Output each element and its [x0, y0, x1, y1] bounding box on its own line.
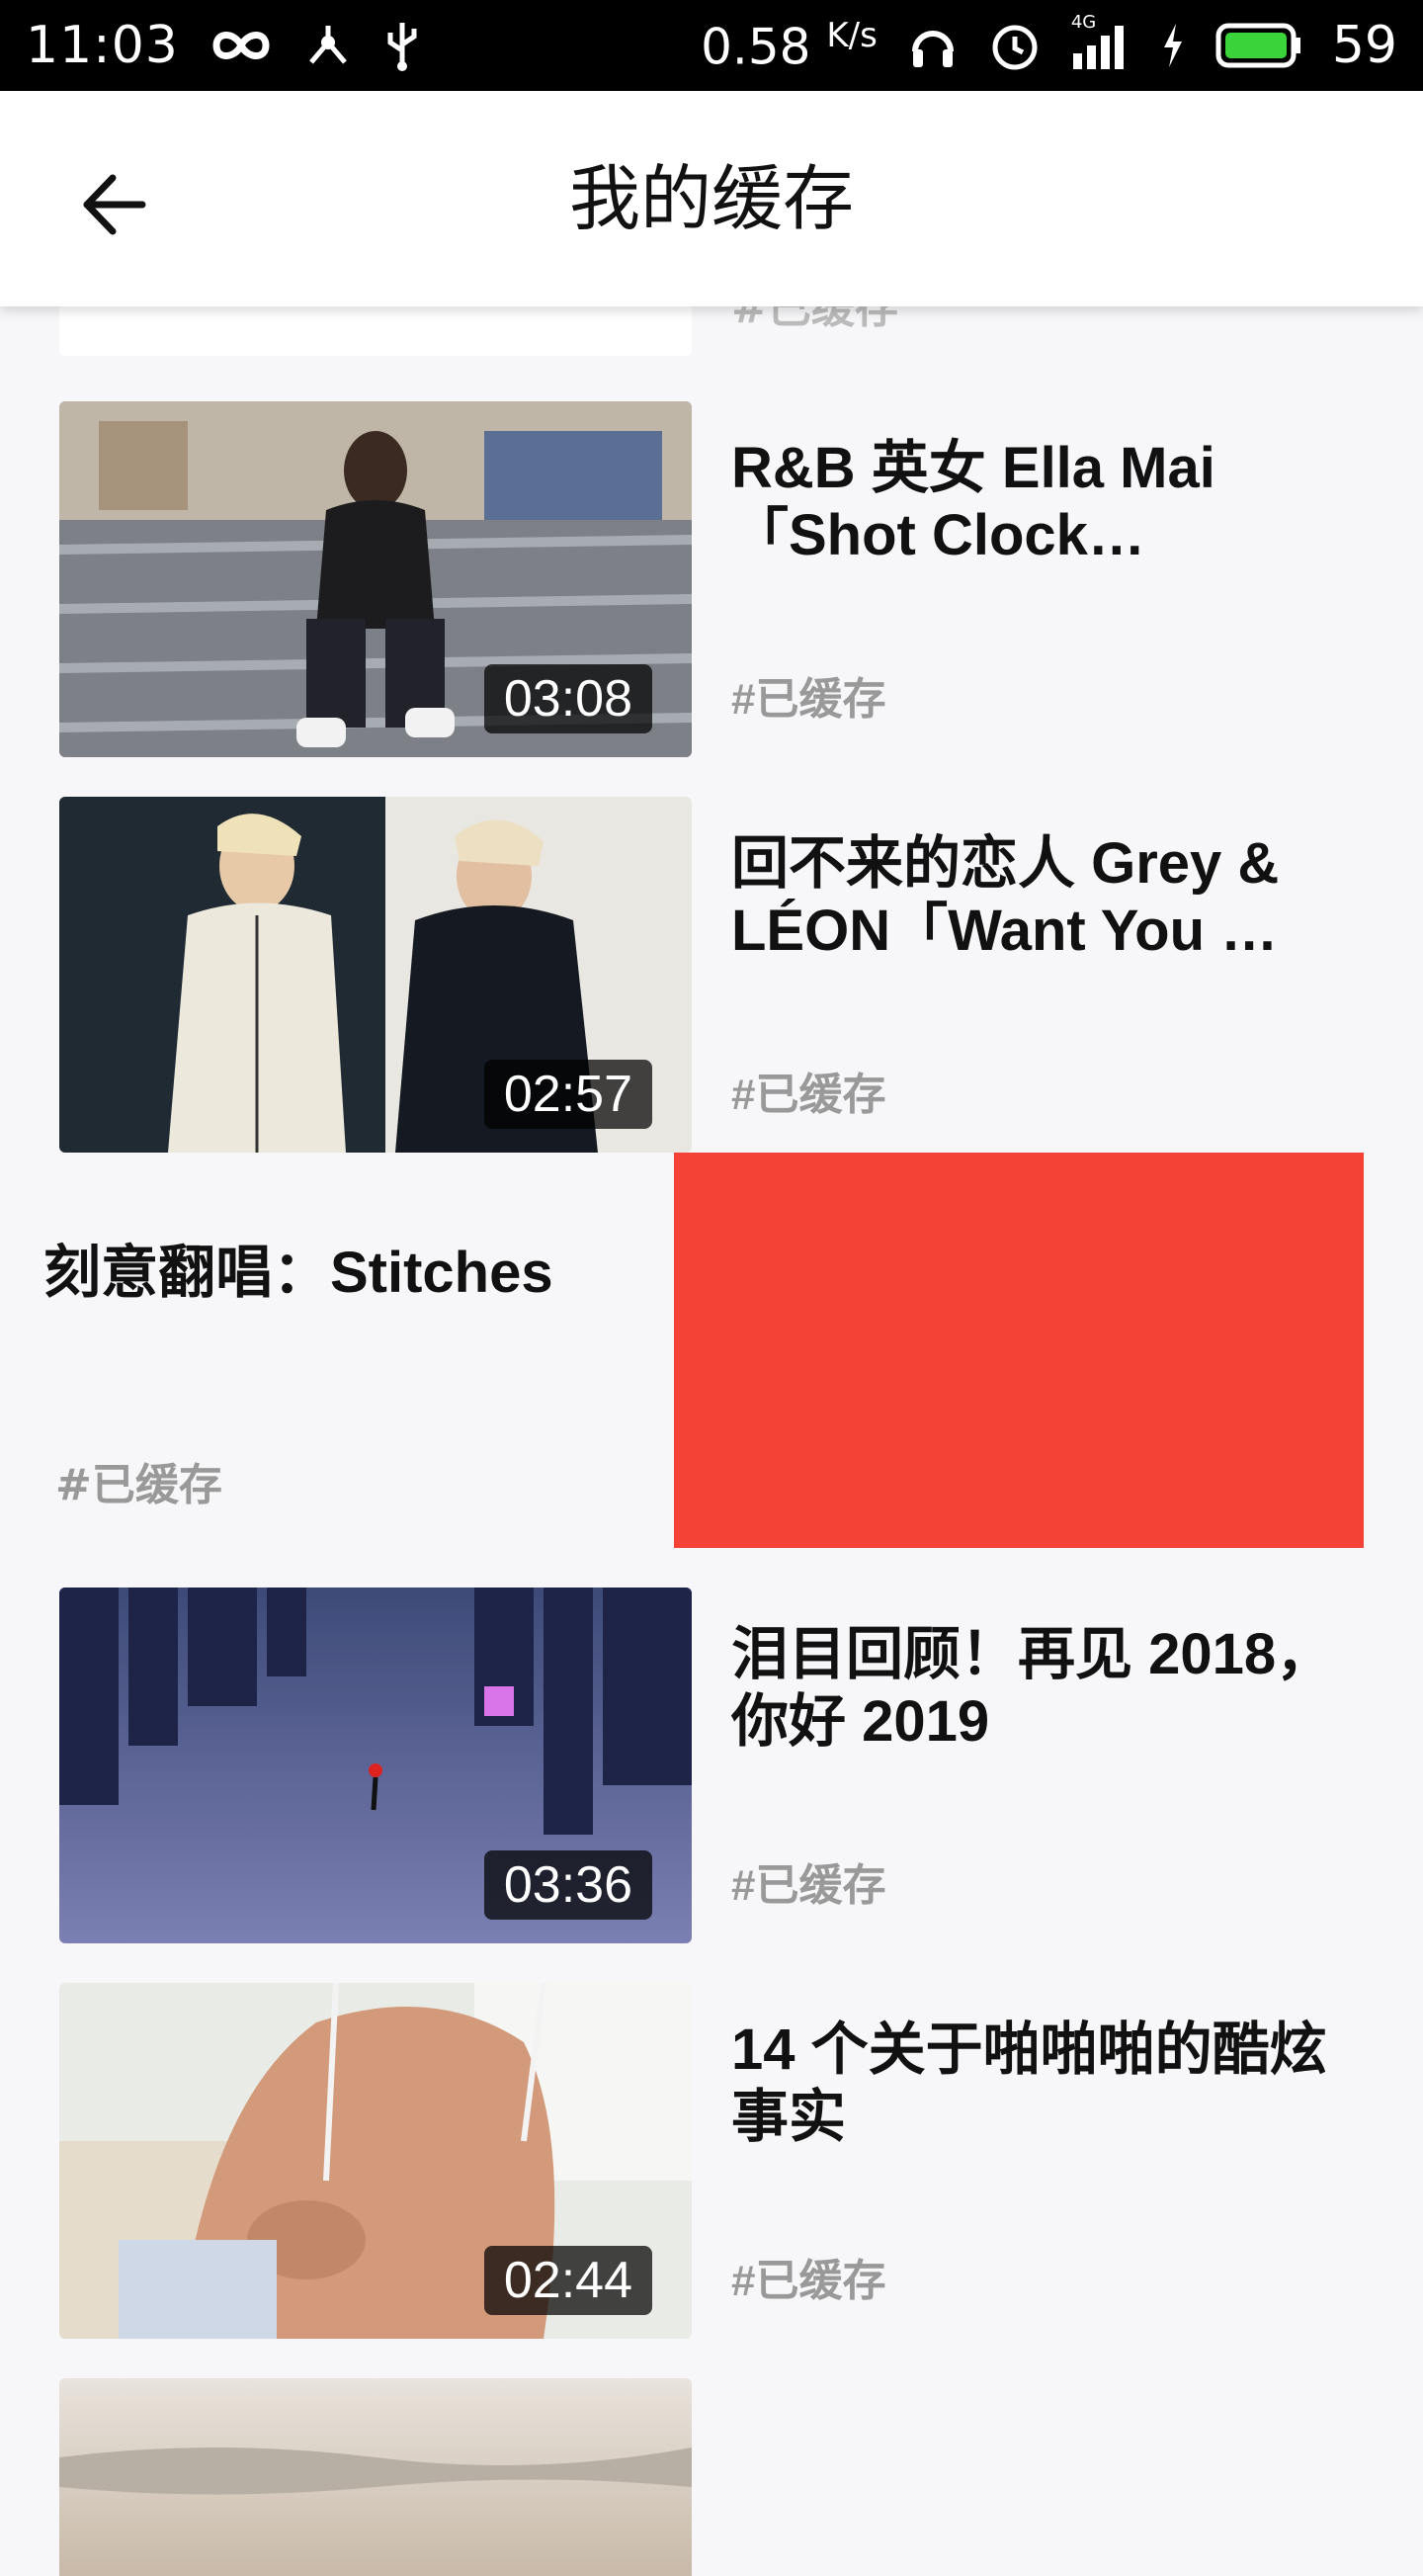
- network-type-label: 4G: [1070, 12, 1097, 33]
- app-header: 我的缓存: [0, 91, 1423, 306]
- cached-status-label: #已缓存: [731, 675, 886, 724]
- status-time: 11:03: [26, 16, 179, 75]
- status-bar: 11:03 0.58 K/s 4G 59: [0, 0, 1423, 91]
- cached-status-label: #已缓存: [55, 1460, 222, 1510]
- list-item[interactable]: 02:57 回不来的恋人 Grey & LÉON「Want You … #已缓存: [0, 797, 1423, 1153]
- video-title[interactable]: R&B 英女 Ella Mai「Shot Clock…: [731, 435, 1364, 569]
- cached-status-label: #已缓存: [731, 1071, 886, 1119]
- infinity-icon: [209, 26, 274, 65]
- headphones-icon: [907, 20, 959, 71]
- cache-list: #已缓存 03:08 R&B 英女 Ella Mai「Shot Clock… #…: [0, 0, 1423, 2576]
- alarm-icon: [988, 19, 1042, 72]
- battery-icon: [1215, 23, 1302, 68]
- arrow-left-icon: [83, 174, 146, 235]
- delete-action-area[interactable]: [674, 1153, 1364, 1548]
- duration-badge: 02:44: [483, 2246, 652, 2315]
- video-title[interactable]: 泪目回顾！再见 2018，你好 2019: [731, 1621, 1364, 1756]
- list-item-swiped[interactable]: 刻意翻唱：Stitches #已缓存: [0, 1153, 1423, 1548]
- video-thumbnail[interactable]: 03:36: [59, 1588, 692, 1943]
- back-button[interactable]: [69, 160, 158, 249]
- battery-level: 59: [1331, 16, 1397, 75]
- usb-icon: [382, 19, 422, 72]
- cached-status-label: #已缓存: [731, 1861, 886, 1910]
- list-item[interactable]: 03:08 R&B 英女 Ella Mai「Shot Clock… #已缓存: [0, 401, 1423, 757]
- duration-badge: 03:36: [483, 1850, 652, 1920]
- video-thumbnail[interactable]: 03:08: [59, 401, 692, 757]
- cached-status-label: #已缓存: [731, 2257, 886, 2305]
- charging-icon: [1160, 22, 1186, 69]
- video-thumbnail[interactable]: [59, 2378, 692, 2576]
- video-title[interactable]: 回不来的恋人 Grey & LÉON「Want You …: [731, 830, 1364, 965]
- network-speed: 0.58 K/s: [701, 15, 878, 76]
- video-thumbnail[interactable]: 02:57: [59, 797, 692, 1153]
- duration-badge: 02:57: [483, 1060, 652, 1129]
- list-item[interactable]: 03:36 泪目回顾！再见 2018，你好 2019 #已缓存: [0, 1588, 1423, 1943]
- video-thumbnail[interactable]: 02:44: [59, 1983, 692, 2339]
- page-title: 我的缓存: [568, 157, 854, 240]
- list-item[interactable]: 02:44 14 个关于啪啪啪的酷炫事实 #已缓存: [0, 1983, 1423, 2339]
- video-title[interactable]: 14 个关于啪啪啪的酷炫事实: [731, 2017, 1364, 2151]
- duration-badge: 03:08: [483, 664, 652, 733]
- signal-icon: 4G: [1071, 12, 1130, 71]
- video-title[interactable]: 刻意翻唱：Stitches: [43, 1226, 553, 1309]
- share-network-icon: [303, 21, 353, 70]
